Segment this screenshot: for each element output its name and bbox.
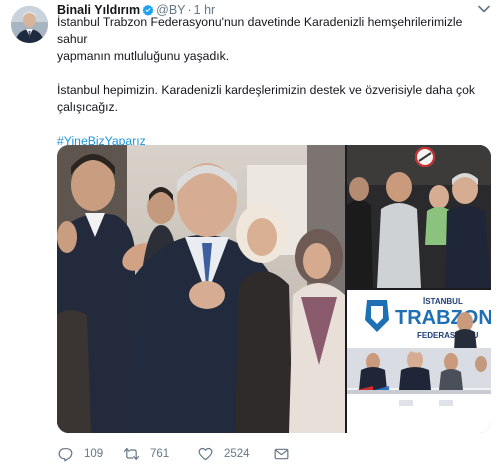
like-button[interactable]: 2524 (197, 445, 250, 463)
like-count: 2524 (224, 448, 250, 460)
photo-main-image (57, 145, 345, 433)
tweet-text-line: çalışıcağız. (57, 100, 118, 114)
direct-message-button[interactable] (273, 445, 300, 463)
banner-line-1: İSTANBUL (423, 297, 463, 306)
reply-icon (58, 448, 73, 462)
retweet-count: 761 (150, 448, 170, 460)
photo-bottom-right[interactable]: İSTANBUL TRABZON FEDERASYONU (347, 290, 491, 433)
tweet-text: İstanbul Trabzon Federasyonu'nun davetin… (57, 14, 487, 150)
heart-icon (198, 447, 213, 461)
chevron-down-icon[interactable] (478, 5, 490, 13)
tweet[interactable]: Binali Yıldırım @BY · 1 hr İstanbul Trabzon… (0, 0, 500, 467)
retweet-button[interactable]: 761 (123, 445, 169, 463)
envelope-icon (274, 448, 289, 460)
photo-bottom-right-image: İSTANBUL TRABZON FEDERASYONU (347, 290, 491, 433)
media-grid: İSTANBUL TRABZON FEDERASYONU (57, 145, 491, 433)
tweet-text-line: yapmanın mutluluğunu yaşadık. (57, 49, 230, 63)
reply-count: 109 (84, 448, 104, 460)
tweet-text-line: İstanbul hepimizin. Karadenizli kardeşle… (57, 83, 475, 97)
photo-top-right[interactable] (347, 145, 491, 288)
avatar-photo (11, 6, 48, 43)
banner-line-2: TRABZON (395, 307, 491, 329)
photo-top-right-image (347, 145, 491, 288)
tweet-text-line: İstanbul Trabzon Federasyonu'nun davetin… (57, 15, 463, 46)
author-avatar[interactable] (11, 6, 48, 43)
photo-main[interactable] (57, 145, 345, 433)
reply-button[interactable]: 109 (57, 445, 103, 463)
retweet-icon (123, 448, 140, 460)
